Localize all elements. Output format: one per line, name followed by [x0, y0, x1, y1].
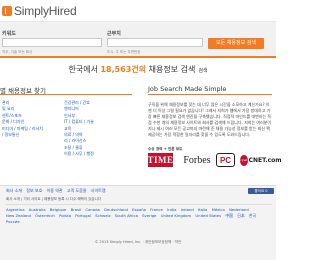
search-button[interactable]: 모든 채용정보 검색 [208, 38, 264, 49]
country-link[interactable]: Portugal [75, 213, 91, 218]
keyword-help: 직무, 기술 또는 회사 [2, 50, 33, 54]
forbes-logo[interactable]: Forbes [183, 153, 211, 167]
footer-link[interactable]: 정보 보호 [26, 188, 42, 193]
country-link[interactable]: 中国 [225, 213, 233, 218]
job-count-banner: 한국에서 18,563건의 채용정보 검색 검색 [0, 64, 276, 75]
country-link[interactable]: Nederland [229, 207, 249, 212]
category-heading: 별 채용정보 찾기 [0, 85, 132, 95]
logo-text: SimplyHired [14, 4, 77, 18]
footer-link[interactable]: 사이트맵 [91, 188, 106, 193]
hero-search-link[interactable]: 검색 [198, 68, 207, 74]
category-column-1: 관리 및 요리 센트/스포츠 문화 / 디자인 미디어 / 마케팅 / 리서치 … [2, 100, 60, 138]
country-link[interactable]: Россия [6, 219, 20, 224]
country-link[interactable]: 한국 [249, 213, 256, 218]
country-link[interactable]: Deutschland [104, 207, 128, 212]
footer-divider [6, 204, 272, 205]
country-link[interactable]: Schweiz [95, 213, 110, 218]
country-link[interactable]: México [212, 207, 225, 212]
footer-link[interactable]: 이용 약관 [47, 188, 63, 193]
category-link[interactable]: 이용 / 사무 / 행정 [64, 151, 132, 157]
keyword-input[interactable] [2, 38, 102, 47]
country-link[interactable]: New Zealand [6, 213, 31, 218]
about-heading: Job Search Made Simple [148, 85, 272, 95]
country-link[interactable]: Australia [29, 207, 46, 212]
country-link[interactable]: United Kingdom [161, 213, 191, 218]
footer-links: 회사 소개 정보 보호 이용 약관 고객 도움말 사이트맵 [6, 188, 109, 194]
about-description: 구직을 위해 채용정보를 찾는 데 너무 많은 시간을 소모하고 계신가요? 이… [148, 102, 272, 137]
country-link[interactable]: France [150, 207, 163, 212]
keyword-label: 키워드 [2, 31, 16, 37]
country-link[interactable]: Canada [85, 207, 99, 212]
press-heading: 수상 경력 + 언론 보도 [148, 147, 183, 151]
hero-prefix: 한국에서 [68, 65, 101, 74]
category-column-2: 건강관리 / 간호 엔지니어 인사부 IT / 컴퓨터 / 기술 교육 의료 /… [64, 100, 132, 158]
location-label: 근무지 [107, 31, 121, 37]
facebook-like-button[interactable]: 좋아요 0 [248, 188, 274, 194]
pc-magazine-logo[interactable]: PC [216, 153, 235, 167]
country-link[interactable]: Belgique [50, 207, 67, 212]
location-input[interactable] [107, 38, 203, 47]
country-links: Argentina Australia Belgique Brasil Cana… [6, 207, 272, 225]
footer-link[interactable]: 회사 소개 [6, 188, 22, 193]
country-link[interactable]: Ireland [181, 207, 194, 212]
copyright: © 2013 Simply Hired, Inc. · 개인정보보호정책 · 약… [94, 240, 182, 244]
time-logo[interactable]: TIME [148, 153, 173, 167]
cnet-text: CNET.com [248, 156, 282, 164]
country-link[interactable]: Österreich [35, 213, 55, 218]
location-help: 도시, 주 또는 우편번호 [107, 50, 141, 54]
country-link[interactable]: Polska [59, 213, 71, 218]
country-link[interactable]: India [167, 207, 176, 212]
job-count: 18,563건의 [100, 65, 147, 74]
logo[interactable]: SimplyHired [2, 4, 77, 18]
footer-link[interactable]: 고객 도움말 [67, 188, 87, 193]
cnet-badge-icon: c|net [240, 154, 248, 166]
country-link[interactable]: 日本 [237, 213, 245, 218]
category-link[interactable]: / 정보통신 [2, 132, 60, 138]
country-link[interactable]: South Africa [115, 213, 138, 218]
country-link[interactable]: Brasil [71, 207, 82, 212]
top-bar: SimplyHired [0, 0, 276, 22]
country-link[interactable]: España [132, 207, 146, 212]
logo-icon [2, 6, 12, 16]
cnet-logo[interactable]: c|net CNET.com [240, 153, 282, 167]
country-link[interactable]: Italia [198, 207, 207, 212]
hero-suffix: 채용정보 검색 [146, 65, 196, 74]
country-link[interactable]: Sverige [142, 213, 156, 218]
footer-note: 회사 소개 | 기타 사이트 | 채용정보 등록 시 다수 혜택이 있습니다 [6, 197, 102, 201]
country-link[interactable]: United States [195, 213, 221, 218]
country-link[interactable]: Argentina [6, 207, 25, 212]
